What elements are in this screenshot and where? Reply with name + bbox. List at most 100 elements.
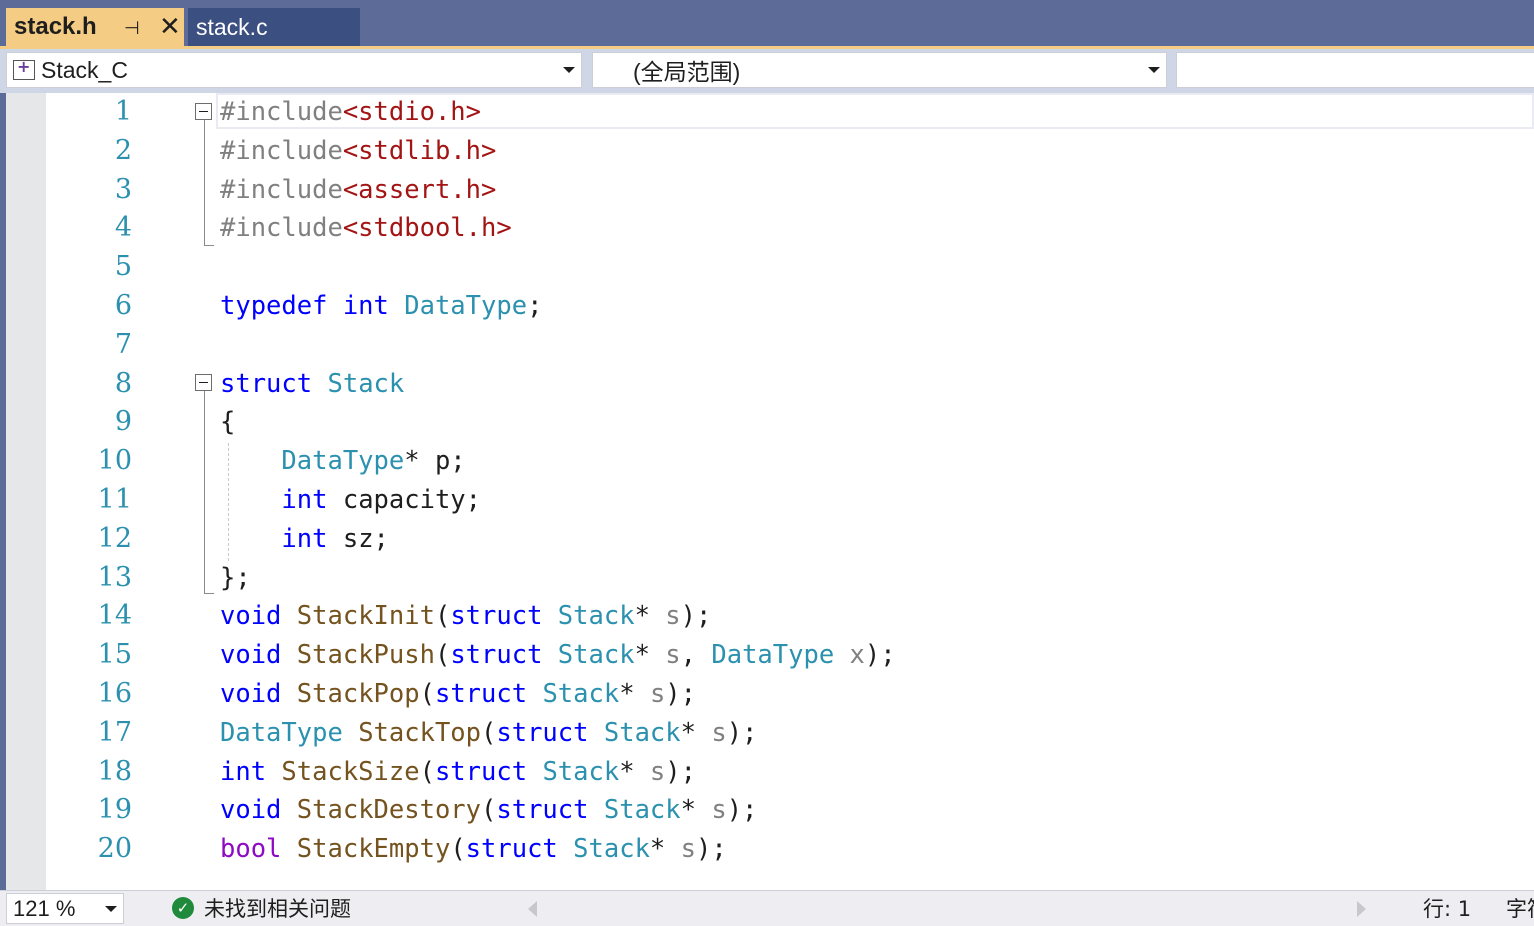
line-number: 13: [97, 561, 132, 593]
code-token: void: [220, 601, 282, 632]
zoom-dropdown[interactable]: 121 %: [6, 893, 124, 924]
check-circle-icon[interactable]: ✓: [172, 897, 194, 919]
code-token: StackSize: [281, 756, 420, 787]
collapse-icon[interactable]: [195, 103, 212, 120]
code-token: );: [665, 679, 697, 709]
code-line[interactable]: #include<stdbool.h>: [220, 209, 512, 248]
code-token: bool: [220, 834, 282, 865]
code-line[interactable]: void StackPop(struct Stack* s);: [220, 675, 696, 714]
chevron-down-icon[interactable]: [563, 67, 575, 73]
code-line[interactable]: int sz;: [220, 520, 389, 559]
code-line[interactable]: bool StackEmpty(struct Stack* s);: [220, 830, 727, 869]
code-token: sz;: [327, 523, 389, 554]
code-token: s: [665, 640, 681, 671]
code-token: ,: [680, 640, 712, 671]
code-token: };: [220, 562, 251, 593]
issues-status[interactable]: 未找到相关问题: [204, 893, 351, 925]
zoom-value: 121 %: [13, 895, 76, 921]
code-token: DataType: [711, 640, 835, 671]
collapse-icon[interactable]: [195, 374, 212, 391]
chevron-down-icon[interactable]: [105, 906, 117, 912]
line-indicator[interactable]: 行: 1: [1423, 893, 1471, 925]
code-line[interactable]: int capacity;: [220, 481, 481, 520]
code-line[interactable]: #include<stdio.h>: [220, 93, 481, 132]
scope-dropdown[interactable]: (全局范围): [592, 52, 1167, 88]
close-icon[interactable]: ✕: [159, 12, 181, 42]
code-token: struct: [496, 717, 589, 748]
code-token: Stack: [573, 834, 650, 865]
tab-stack-c[interactable]: stack.c: [188, 8, 360, 46]
code-token: struct: [220, 368, 313, 399]
project-dropdown[interactable]: Stack_C: [6, 52, 582, 88]
code-token: StackPush: [296, 640, 435, 671]
code-line[interactable]: {: [220, 403, 235, 442]
code-token: (: [481, 717, 497, 748]
code-token: Stack: [557, 640, 635, 671]
tab-label: stack.c: [196, 13, 268, 40]
code-line[interactable]: int StackSize(struct Stack* s);: [220, 753, 696, 792]
code-token: #include: [220, 135, 343, 166]
code-line[interactable]: #include<stdlib.h>: [220, 132, 496, 171]
project-dropdown-value: Stack_C: [41, 56, 128, 83]
chevron-down-icon[interactable]: [1148, 67, 1160, 73]
code-token: int: [342, 291, 389, 321]
code-token: *: [649, 834, 681, 865]
editor-status-bar: 121 % ✓ 未找到相关问题 行: 1 字符: [0, 890, 1534, 926]
code-line[interactable]: };: [220, 559, 251, 598]
code-token: StackInit: [296, 601, 435, 632]
code-token: struct: [434, 679, 528, 709]
outline-guide: [204, 391, 205, 594]
code-token: s: [680, 834, 696, 865]
code-token: void: [220, 679, 282, 709]
code-line[interactable]: #include<assert.h>: [220, 171, 496, 210]
code-token: int: [281, 523, 328, 554]
code-line[interactable]: typedef int DataType;: [220, 287, 542, 326]
line-number: 12: [97, 522, 132, 554]
project-icon: [13, 57, 35, 80]
scroll-right-icon[interactable]: [1357, 901, 1366, 917]
code-token: StackDestory: [296, 795, 482, 826]
code-token: #include: [220, 174, 343, 205]
line-number: 9: [114, 406, 132, 438]
member-dropdown[interactable]: [1176, 52, 1534, 88]
scope-dropdown-value: (全局范围): [633, 59, 741, 85]
line-number: 5: [114, 251, 132, 283]
line-number: 11: [97, 484, 132, 515]
code-line[interactable]: void StackInit(struct Stack* s);: [220, 597, 711, 636]
code-editor[interactable]: 1 2 3 4 5 6 7 8 9 10 11 12 13 14 15 16 17 18 19 20 #include…: [6, 93, 1534, 890]
line-number: 15: [97, 639, 132, 671]
code-line[interactable]: struct Stack: [220, 365, 404, 404]
code-token: void: [220, 795, 282, 826]
line-number: 6: [114, 290, 132, 321]
code-token: capacity;: [327, 485, 482, 515]
tab-stack-h[interactable]: stack.h ⊣ ✕: [6, 8, 184, 46]
code-line[interactable]: DataType StackTop(struct Stack* s);: [220, 714, 757, 753]
code-line[interactable]: void StackPush(struct Stack* s, DataType…: [220, 636, 896, 675]
code-token: #include: [220, 213, 343, 244]
tab-label: stack.h: [14, 13, 97, 40]
code-token: );: [665, 756, 696, 787]
char-indicator[interactable]: 字符: [1506, 893, 1534, 925]
code-line[interactable]: DataType* p;: [220, 442, 465, 481]
scroll-left-icon[interactable]: [528, 901, 537, 917]
pin-icon[interactable]: ⊣: [124, 18, 140, 39]
code-token: typedef: [220, 291, 328, 321]
code-token: DataType: [281, 446, 405, 477]
code-token: *: [619, 756, 650, 787]
code-token: <stdio.h>: [342, 97, 481, 127]
line-number: 16: [97, 678, 132, 709]
code-token: Stack: [557, 601, 635, 632]
code-token: struct: [465, 834, 558, 865]
code-token: Stack: [327, 368, 405, 399]
line-number: 20: [97, 833, 132, 865]
code-line[interactable]: void StackDestory(struct Stack* s);: [220, 791, 757, 830]
